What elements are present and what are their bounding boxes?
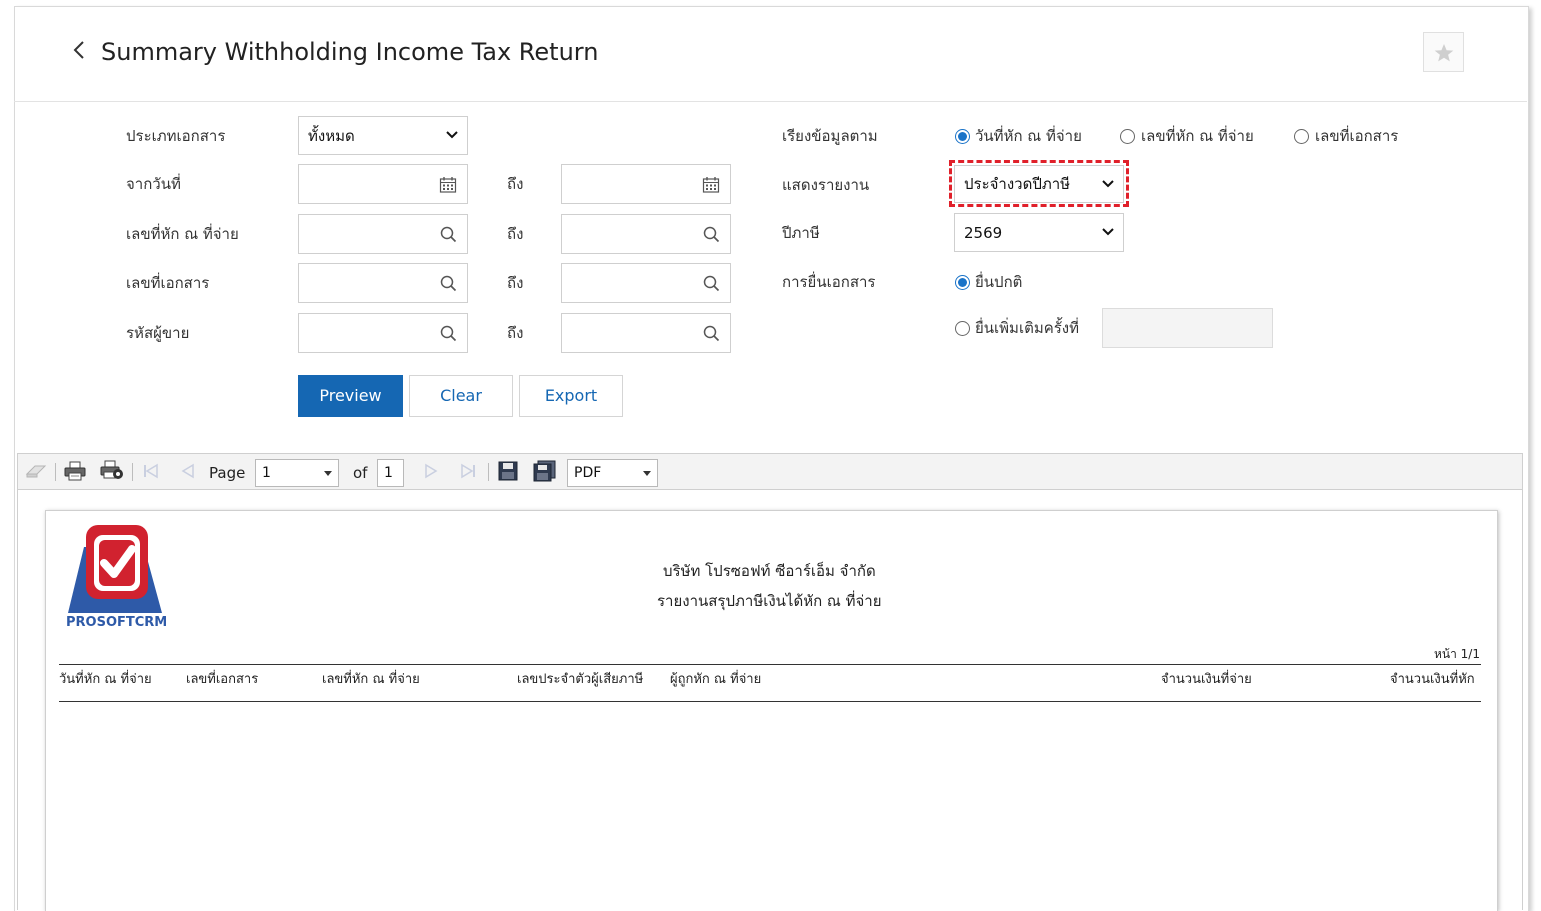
search-icon[interactable]: [440, 325, 457, 342]
sort-by-withholding-no-label[interactable]: เลขที่หัก ณ ที่จ่าย: [1141, 126, 1254, 146]
withholding-no-to-label: ถึง: [507, 225, 524, 243]
report-column-header: เลขประจำตัวผู้เสียภาษี: [517, 672, 644, 687]
report-column-header: ผู้ถูกหัก ณ ที่จ่าย: [670, 672, 762, 687]
chevron-down-icon: [1102, 228, 1114, 236]
save-all-icon[interactable]: [533, 460, 557, 482]
report-column-header: เลขที่เอกสาร: [186, 672, 259, 687]
next-page-icon[interactable]: [423, 463, 439, 479]
sort-by-document-no-label[interactable]: เลขที่เอกสาร: [1315, 126, 1398, 146]
filing-additional-radio[interactable]: [955, 321, 970, 336]
eraser-icon[interactable]: [25, 464, 47, 478]
dropdown-arrow-icon: [643, 471, 651, 476]
chevron-left-icon: [73, 41, 84, 59]
withholding-no-label: เลขที่หัก ณ ที่จ่าย: [126, 225, 239, 243]
first-page-icon[interactable]: [142, 463, 160, 479]
preview-button[interactable]: Preview: [298, 375, 403, 417]
of-label: of: [353, 464, 368, 482]
page-number-select[interactable]: 1: [255, 459, 339, 487]
doc-type-label: ประเภทเอกสาร: [126, 127, 226, 145]
star-icon: [1434, 44, 1454, 62]
export-button[interactable]: Export: [519, 375, 623, 417]
from-date-to-label: ถึง: [507, 175, 524, 193]
last-page-icon[interactable]: [459, 463, 477, 479]
sort-by-label: เรียงข้อมูลตาม: [782, 127, 878, 145]
toolbar-separator: [132, 463, 133, 481]
vendor-code-label: รหัสผู้ขาย: [126, 324, 190, 342]
tax-year-label: ปีภาษี: [782, 224, 820, 242]
search-icon[interactable]: [703, 325, 720, 342]
from-date-label: จากวันที่: [126, 175, 181, 193]
header-divider: [14, 101, 1527, 102]
print-setup-icon[interactable]: [100, 459, 124, 481]
search-icon[interactable]: [440, 226, 457, 243]
prosoft-logo: [68, 525, 162, 613]
document-no-label: เลขที่เอกสาร: [126, 274, 210, 292]
favorite-button[interactable]: [1423, 32, 1464, 72]
withholding-no-to-input[interactable]: [561, 214, 731, 254]
chevron-down-icon: [446, 131, 458, 139]
withholding-no-from-input[interactable]: [298, 214, 468, 254]
previous-page-icon[interactable]: [180, 463, 196, 479]
save-icon[interactable]: [498, 461, 518, 481]
search-icon[interactable]: [703, 226, 720, 243]
filing-label: การยื่นเอกสาร: [782, 273, 876, 291]
vendor-code-to-input[interactable]: [561, 313, 731, 353]
toolbar-separator: [55, 463, 56, 481]
report-column-header: จำนวนเงินที่หัก: [1390, 672, 1475, 687]
report-column-header: วันที่หัก ณ ที่จ่าย: [59, 672, 152, 687]
page-title: Summary Withholding Income Tax Return: [101, 38, 599, 66]
report-page-info: หน้า 1/1: [1434, 647, 1480, 661]
document-no-to-input[interactable]: [561, 263, 731, 303]
sort-by-document-no-radio[interactable]: [1294, 129, 1309, 144]
doc-type-select[interactable]: ทั้งหมด: [298, 116, 468, 155]
show-report-label: แสดงรายงาน: [782, 176, 870, 194]
calendar-icon[interactable]: [702, 176, 720, 194]
from-date-input[interactable]: [298, 164, 468, 204]
sort-by-date-label[interactable]: วันที่หัก ณ ที่จ่าย: [975, 126, 1082, 146]
dropdown-arrow-icon: [324, 471, 332, 476]
total-pages-box: 1: [377, 459, 404, 487]
clear-button[interactable]: Clear: [409, 375, 513, 417]
report-header-rule-bottom: [59, 701, 1481, 702]
vendor-code-from-input[interactable]: [298, 313, 468, 353]
to-date-input[interactable]: [561, 164, 731, 204]
export-format-select[interactable]: PDF: [567, 459, 658, 487]
back-button[interactable]: [72, 38, 86, 68]
calendar-icon[interactable]: [439, 176, 457, 194]
tax-year-select[interactable]: 2569: [954, 213, 1124, 252]
report-column-header: เลขที่หัก ณ ที่จ่าย: [322, 672, 420, 687]
page-label: Page: [209, 464, 246, 482]
toolbar-separator: [488, 463, 489, 481]
search-icon[interactable]: [703, 275, 720, 292]
filing-additional-label[interactable]: ยื่นเพิ่มเติมครั้งที่: [975, 318, 1079, 338]
print-icon[interactable]: [64, 461, 86, 481]
report-column-header: จำนวนเงินที่จ่าย: [1161, 672, 1252, 687]
filing-normal-label[interactable]: ยื่นปกติ: [975, 272, 1022, 292]
sort-by-withholding-no-radio[interactable]: [1120, 129, 1135, 144]
highlight-box: [949, 160, 1129, 207]
report-header-rule-top: [59, 664, 1481, 665]
document-no-from-input[interactable]: [298, 263, 468, 303]
logo-text: PROSOFTCRM: [66, 615, 168, 630]
report-company-name: บริษัท โปรซอฟท์ ซีอาร์เอ็ม จำกัด: [663, 562, 876, 580]
report-title: รายงานสรุปภาษีเงินได้หัก ณ ที่จ่าย: [657, 592, 882, 610]
search-icon[interactable]: [440, 275, 457, 292]
sort-by-date-radio[interactable]: [955, 129, 970, 144]
additional-no-input[interactable]: [1102, 308, 1273, 348]
document-no-to-label: ถึง: [507, 274, 524, 292]
vendor-code-to-label: ถึง: [507, 324, 524, 342]
filing-normal-radio[interactable]: [955, 275, 970, 290]
